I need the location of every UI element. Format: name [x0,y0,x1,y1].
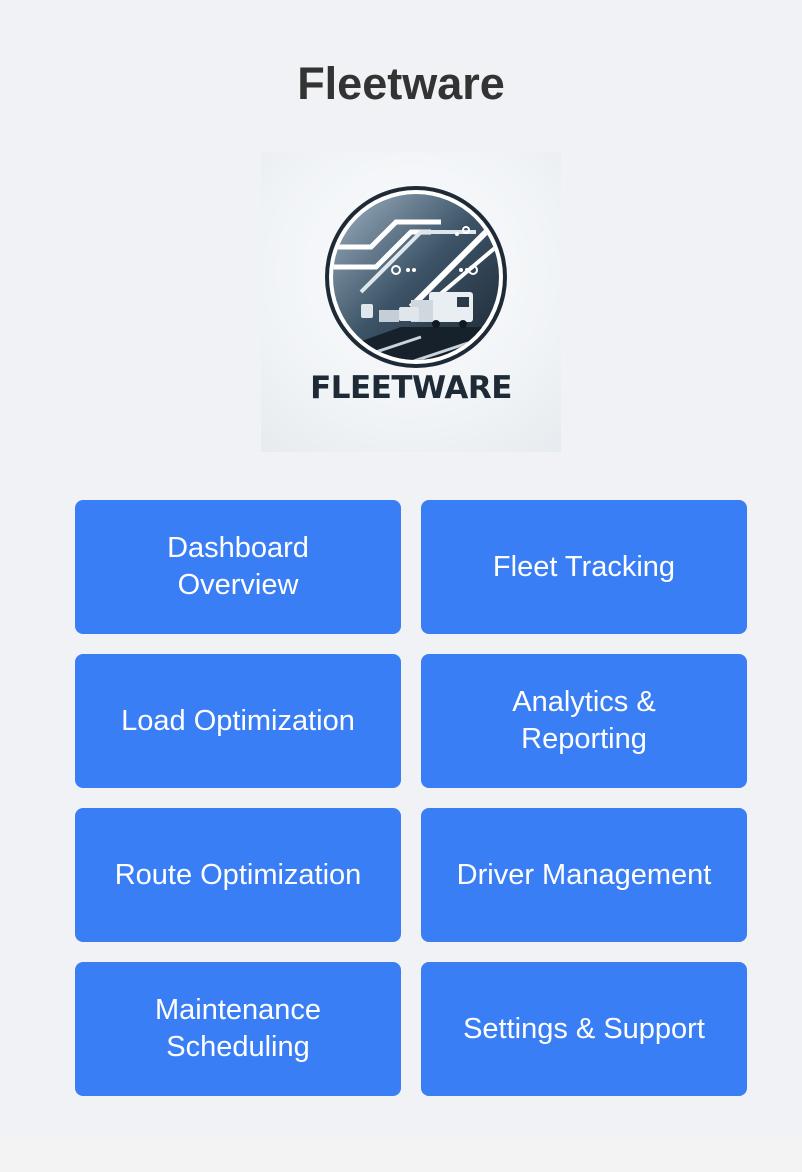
maintenance-scheduling-button[interactable]: Maintenance Scheduling [75,962,401,1096]
button-label: Route Optimization [114,858,362,891]
nav-grid: Dashboard Overview Fleet Tracking Load O… [75,500,747,1096]
button-label: Maintenance Scheduling [154,994,322,1063]
fleetware-logo: FLEETWARE [261,152,561,452]
load-optimization-button[interactable]: Load Optimization [75,654,401,788]
button-label: Load Optimization [121,704,355,737]
analytics-reporting-button[interactable]: Analytics & Reporting [421,654,747,788]
settings-support-button[interactable]: Settings & Support [421,962,747,1096]
page-title: Fleetware [297,58,505,109]
logo-wordmark: FLEETWARE [310,370,512,406]
route-optimization-button[interactable]: Route Optimization [75,808,401,942]
truck-emblem-icon [325,186,507,368]
dashboard-overview-button[interactable]: Dashboard Overview [75,500,401,634]
button-label: Analytics & Reporting [512,686,656,755]
button-label: Dashboard Overview [167,532,309,601]
button-label: Driver Management [456,858,712,891]
button-label: Fleet Tracking [492,550,676,583]
driver-management-button[interactable]: Driver Management [421,808,747,942]
bottom-strip [0,1134,802,1172]
page: Fleetware FLEETWARE Dashboard Overview F… [0,0,802,1134]
fleet-tracking-button[interactable]: Fleet Tracking [421,500,747,634]
button-label: Settings & Support [463,1012,705,1045]
